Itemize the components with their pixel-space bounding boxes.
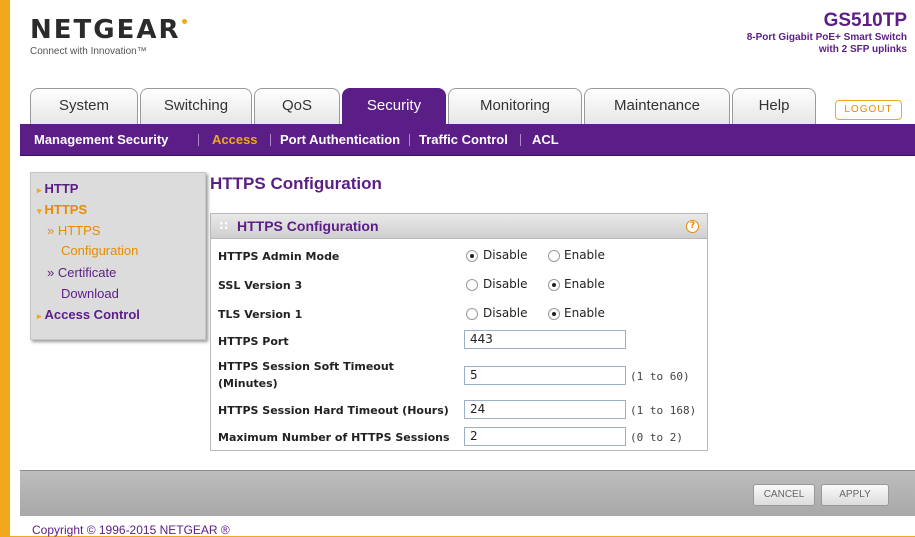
radio-disable-label: Disable [483, 277, 528, 291]
hard-timeout-range: (1 to 168) [630, 404, 697, 417]
header: NETGEAR Connect with Innovation™ GS510TP… [10, 0, 915, 88]
subnav-separator [198, 134, 199, 146]
soft-timeout-label: HTTPS Session Soft Timeout [218, 360, 394, 373]
ssl-version-3-disable-radio[interactable] [466, 279, 478, 291]
max-sessions-range: (0 to 2) [630, 431, 683, 444]
netgear-logo: NETGEAR Connect with Innovation™ [30, 17, 187, 57]
sidebar-item-https-configuration-line2[interactable]: Configuration [61, 243, 138, 258]
soft-timeout-input[interactable]: 5 [464, 366, 626, 385]
sidebar-item-https-configuration[interactable]: » HTTPS [47, 223, 100, 238]
tls-version-1-enable-radio[interactable] [548, 308, 560, 320]
tab-monitoring[interactable]: Monitoring [448, 88, 582, 124]
radio-enable-label: Enable [564, 306, 605, 320]
https-admin-mode-enable-radio[interactable] [548, 250, 560, 262]
tab-security[interactable]: Security [342, 88, 446, 124]
https-configuration-panel: :: HTTPS Configuration ? HTTPS Admin Mod… [210, 213, 708, 451]
radio-enable-label: Enable [564, 277, 605, 291]
radio-enable-label: Enable [564, 248, 605, 262]
page-title: HTTPS Configuration [210, 174, 382, 193]
tab-switching[interactable]: Switching [140, 88, 252, 124]
sidebar: ▸ HTTP ▾ HTTPS » HTTPS Configuration » Cer… [30, 172, 206, 340]
double-arrow-icon: » [47, 265, 58, 280]
double-arrow-icon: » [47, 223, 58, 238]
https-admin-mode-label: HTTPS Admin Mode [218, 250, 340, 263]
apply-button[interactable]: APPLY [821, 484, 889, 506]
ssl-version-3-label: SSL Version 3 [218, 279, 303, 292]
sidebar-item-access-control[interactable]: ▸ Access Control [37, 307, 140, 322]
sidebar-item-label: Access Control [44, 307, 140, 322]
max-sessions-label: Maximum Number of HTTPS Sessions [218, 431, 450, 444]
https-port-label: HTTPS Port [218, 335, 289, 348]
logo-text: NETGEAR [30, 15, 181, 45]
tab-help[interactable]: Help [732, 88, 816, 124]
action-bar: CANCEL APPLY [20, 470, 915, 516]
page: NETGEAR Connect with Innovation™ GS510TP… [10, 0, 915, 537]
sub-navigation: Management Security Access Port Authenti… [20, 124, 915, 156]
sidebar-item-certificate-download-line2[interactable]: Download [61, 286, 119, 301]
sidebar-item-https[interactable]: ▾ HTTPS [37, 202, 87, 217]
max-sessions-input[interactable]: 2 [464, 427, 626, 446]
model-description-2: with 2 SFP uplinks [818, 44, 907, 55]
hard-timeout-input[interactable]: 24 [464, 400, 626, 419]
drag-handle-icon: :: [219, 218, 229, 232]
left-orange-edge [0, 0, 10, 536]
ssl-version-3-enable-radio[interactable] [548, 279, 560, 291]
tls-version-1-disable-radio[interactable] [466, 308, 478, 320]
subnav-separator [520, 134, 521, 146]
soft-timeout-label-unit: (Minutes) [218, 377, 278, 390]
logo-tagline: Connect with Innovation™ [30, 46, 147, 57]
tab-maintenance[interactable]: Maintenance [584, 88, 730, 124]
subnav-traffic-control[interactable]: Traffic Control [419, 124, 508, 156]
soft-timeout-range: (1 to 60) [630, 370, 690, 383]
subnav-access[interactable]: Access [212, 124, 258, 156]
subnav-separator [270, 134, 271, 146]
copyright-text: Copyright © 1996-2015 NETGEAR ® [32, 523, 230, 537]
subnav-management-security[interactable]: Management Security [34, 124, 168, 156]
sidebar-item-label: HTTP [44, 181, 79, 196]
panel-header: :: HTTPS Configuration ? [211, 214, 707, 239]
subnav-separator [409, 134, 410, 146]
https-admin-mode-disable-radio[interactable] [466, 250, 478, 262]
radio-disable-label: Disable [483, 248, 528, 262]
arrow-right-icon: ▸ [37, 185, 42, 195]
arrow-down-icon: ▾ [37, 206, 42, 216]
radio-disable-label: Disable [483, 306, 528, 320]
logout-button[interactable]: LOGOUT [835, 100, 902, 120]
subnav-port-authentication[interactable]: Port Authentication [280, 124, 400, 156]
sidebar-item-label: HTTPS [57, 223, 101, 238]
model-name: GS510TP [823, 10, 907, 31]
subnav-acl[interactable]: ACL [532, 124, 559, 156]
https-port-input[interactable]: 443 [464, 330, 626, 349]
sidebar-item-label: Certificate [57, 265, 117, 280]
tab-qos[interactable]: QoS [254, 88, 340, 124]
model-info: GS510TP 8-Port Gigabit PoE+ Smart Switch… [747, 10, 907, 56]
arrow-right-icon: ▸ [37, 311, 42, 321]
tls-version-1-label: TLS Version 1 [218, 308, 303, 321]
sidebar-item-label: HTTPS [44, 202, 88, 217]
cancel-button[interactable]: CANCEL [753, 484, 815, 506]
sidebar-item-http[interactable]: ▸ HTTP [37, 181, 78, 196]
tab-system[interactable]: System [30, 88, 138, 124]
hard-timeout-label: HTTPS Session Hard Timeout (Hours) [218, 404, 449, 417]
panel-title: HTTPS Configuration [237, 218, 379, 234]
model-description: 8-Port Gigabit PoE+ Smart Switch [746, 32, 907, 43]
sidebar-item-certificate-download[interactable]: » Certificate [47, 265, 116, 280]
help-icon[interactable]: ? [686, 220, 699, 233]
